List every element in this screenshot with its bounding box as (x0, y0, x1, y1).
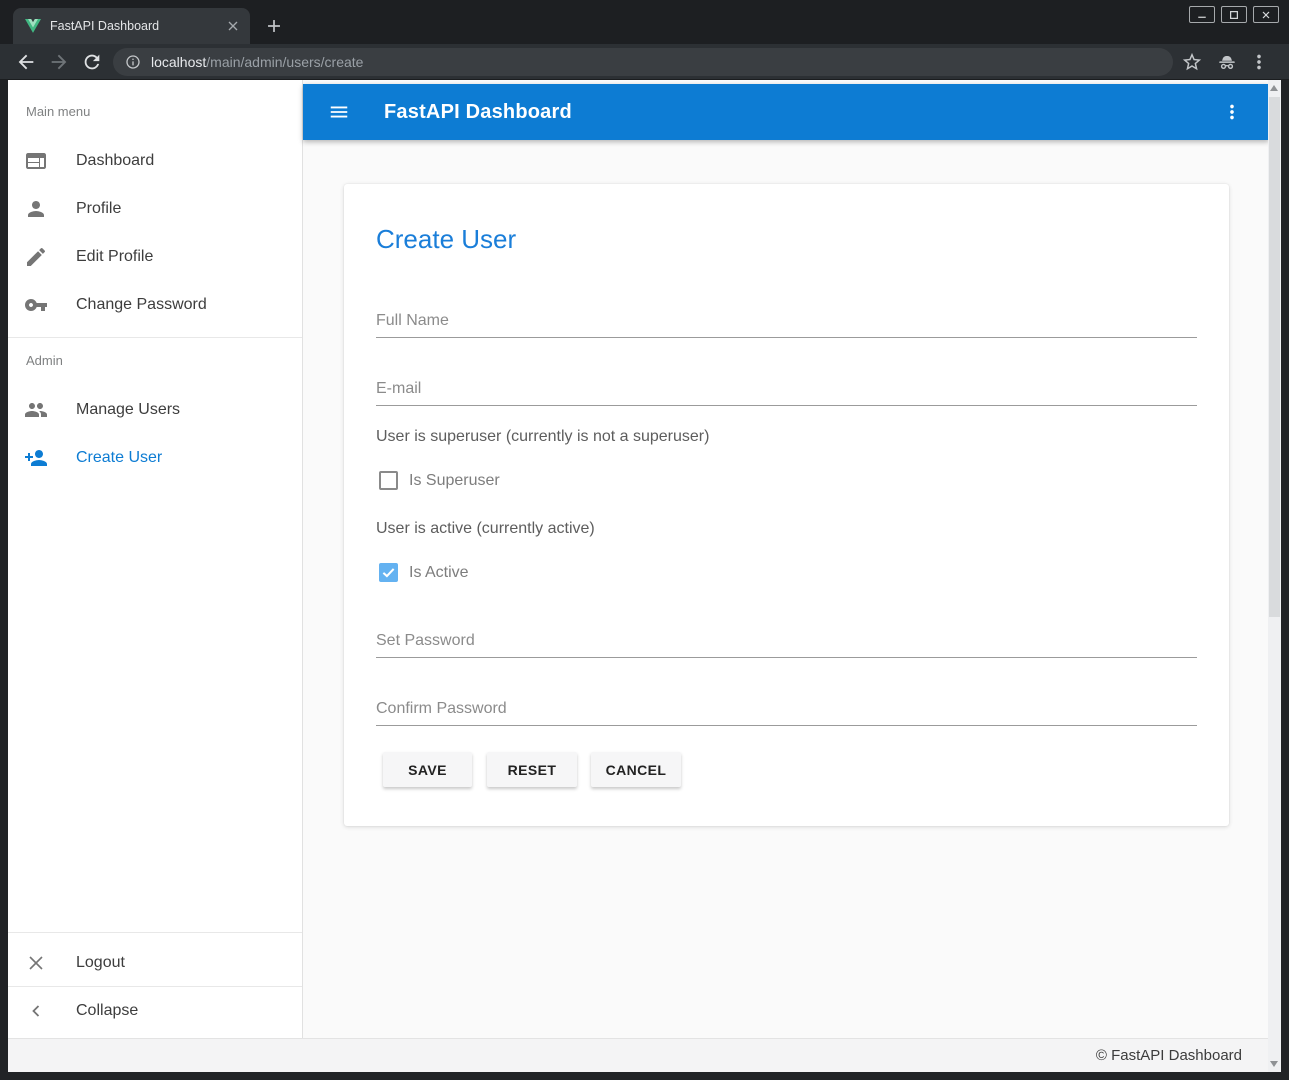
sidebar-item-change-password[interactable]: Change Password (8, 281, 302, 329)
bookmark-star-icon[interactable] (1181, 51, 1203, 73)
checkbox-label[interactable]: Is Active (409, 563, 469, 582)
page-footer: © FastAPI Dashboard (8, 1038, 1268, 1072)
page-title: Create User (376, 224, 516, 255)
scrollbar-thumb[interactable] (1269, 97, 1280, 617)
save-button[interactable]: SAVE (383, 752, 472, 787)
chevron-left-icon (24, 999, 48, 1023)
close-icon (24, 951, 48, 975)
set-password-field[interactable] (376, 624, 1197, 658)
browser-menu-icon[interactable] (1248, 51, 1270, 73)
reload-button[interactable] (81, 51, 103, 73)
cancel-button[interactable]: CANCEL (591, 752, 681, 787)
window-close-button[interactable] (1253, 6, 1279, 23)
scroll-down-icon[interactable] (1270, 1061, 1278, 1067)
people-icon (24, 398, 48, 422)
sidebar-item-dashboard[interactable]: Dashboard (8, 137, 302, 185)
sidebar-item-create-user[interactable]: Create User (8, 434, 302, 482)
address-bar[interactable]: localhost/main/admin/users/create (113, 48, 1173, 76)
reset-button[interactable]: RESET (487, 752, 577, 787)
url-text: localhost/main/admin/users/create (151, 48, 363, 76)
page-content: Main menu Dashboard Profile Edit Profile… (8, 80, 1281, 1072)
email-field[interactable] (376, 372, 1197, 406)
checkbox-label[interactable]: Is Superuser (409, 471, 500, 490)
person-add-icon (24, 446, 48, 470)
key-icon (24, 293, 48, 317)
sidebar-item-label: Change Password (76, 281, 207, 329)
new-tab-button[interactable] (261, 13, 287, 39)
browser-toolbar: localhost/main/admin/users/create (0, 44, 1289, 80)
copyright-text: © FastAPI Dashboard (1096, 1039, 1242, 1072)
minimize-button[interactable] (1189, 6, 1215, 23)
superuser-note: User is superuser (currently is not a su… (376, 428, 709, 446)
forward-button[interactable] (48, 51, 70, 73)
tab-close-icon[interactable] (225, 18, 241, 34)
appbar-menu-icon[interactable] (1221, 101, 1243, 123)
vue-favicon-icon (25, 18, 41, 34)
scrollbar[interactable] (1268, 80, 1281, 1072)
sidebar-item-label: Edit Profile (76, 233, 153, 281)
menu-hamburger-icon[interactable] (328, 101, 350, 123)
appbar: FastAPI Dashboard (303, 84, 1269, 140)
browser-tab[interactable]: FastAPI Dashboard (13, 8, 250, 44)
sidebar-item-label: Collapse (76, 987, 138, 1035)
sidebar-header-admin: Admin (26, 353, 63, 368)
sidebar-item-label: Logout (76, 939, 125, 987)
maximize-button[interactable] (1221, 6, 1247, 23)
web-icon (24, 149, 48, 173)
pencil-icon (24, 245, 48, 269)
sidebar-item-label: Dashboard (76, 137, 154, 185)
sidebar-item-collapse[interactable]: Collapse (8, 987, 302, 1035)
sidebar-item-label: Create User (76, 434, 162, 482)
incognito-icon (1216, 51, 1238, 73)
sidebar-item-logout[interactable]: Logout (8, 939, 302, 987)
sidebar-header-main-menu: Main menu (26, 104, 90, 119)
sidebar: Main menu Dashboard Profile Edit Profile… (8, 80, 303, 1038)
sidebar-divider (8, 932, 302, 933)
full-name-field[interactable] (376, 304, 1197, 338)
person-icon (24, 197, 48, 221)
url-path: /main/admin/users/create (206, 54, 363, 70)
sidebar-item-label: Manage Users (76, 386, 180, 434)
sidebar-item-profile[interactable]: Profile (8, 185, 302, 233)
page-info-icon[interactable] (125, 54, 141, 70)
scroll-up-icon[interactable] (1270, 85, 1278, 91)
back-button[interactable] (15, 51, 37, 73)
active-note: User is active (currently active) (376, 520, 595, 538)
checkbox-unchecked-icon[interactable] (379, 471, 398, 490)
sidebar-item-manage-users[interactable]: Manage Users (8, 386, 302, 434)
sidebar-divider (8, 337, 302, 338)
sidebar-item-edit-profile[interactable]: Edit Profile (8, 233, 302, 281)
url-host: localhost (151, 54, 206, 70)
sidebar-item-label: Profile (76, 185, 121, 233)
checkbox-checked-icon[interactable] (379, 563, 398, 582)
tab-title: FastAPI Dashboard (50, 8, 159, 44)
appbar-title: FastAPI Dashboard (384, 84, 572, 140)
browser-titlebar: FastAPI Dashboard (0, 0, 1289, 44)
confirm-password-field[interactable] (376, 692, 1197, 726)
window-controls (1189, 6, 1279, 23)
create-user-card: Create User User is superuser (currently… (344, 184, 1229, 826)
